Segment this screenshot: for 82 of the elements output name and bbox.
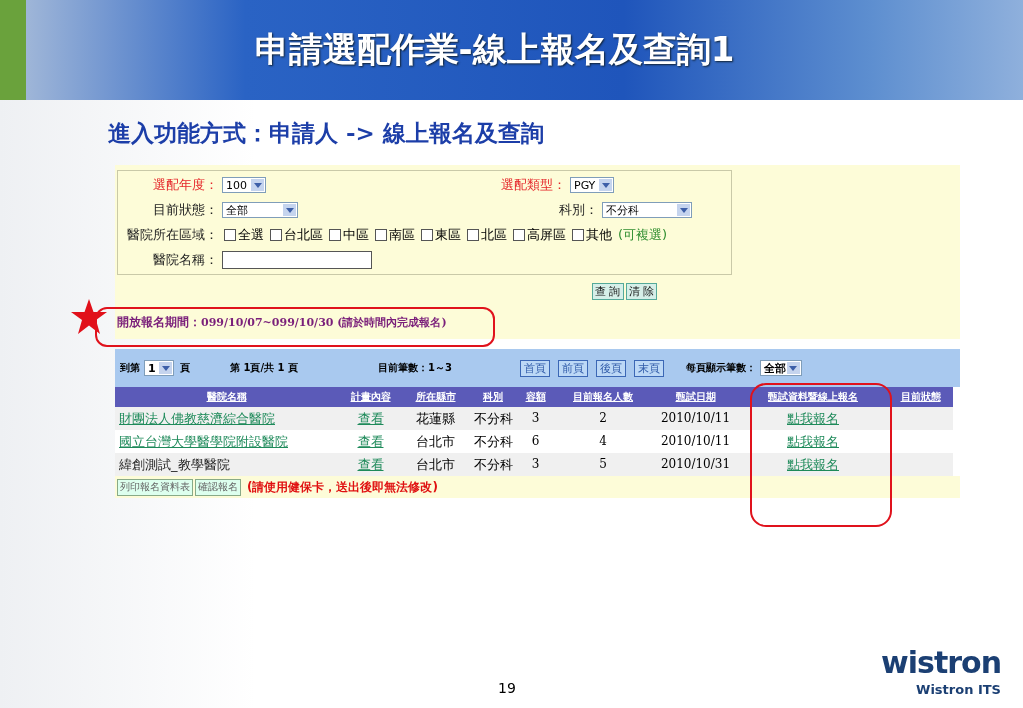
- table-cell-text: 不分科: [472, 410, 514, 428]
- pager-button[interactable]: 後頁: [595, 359, 626, 377]
- footer-button[interactable]: 列印報名資料表: [117, 478, 193, 496]
- region-checkbox[interactable]: 台北區: [270, 226, 323, 244]
- view-link[interactable]: 查看: [357, 457, 384, 472]
- record-count: 目前筆數：1～3: [378, 361, 452, 375]
- pager-text: 頁: [180, 361, 190, 375]
- warning-text: (請使用健保卡，送出後即無法修改): [247, 478, 438, 496]
- select-field[interactable]: PGY: [570, 177, 614, 193]
- apply-link[interactable]: 點我報名: [787, 411, 839, 426]
- region-checkbox[interactable]: 高屏區: [513, 226, 566, 244]
- region-checkbox[interactable]: 北區: [467, 226, 507, 244]
- company-logo: wistron: [881, 645, 1001, 680]
- select-field[interactable]: 全部: [222, 202, 298, 218]
- pager-button[interactable]: 首頁: [519, 359, 550, 377]
- column-header[interactable]: 醫院名稱: [115, 387, 338, 407]
- apply-link[interactable]: 點我報名: [787, 434, 839, 449]
- period-text: 開放報名期間：099/10/07~099/10/30 (請於時間內完成報名): [117, 314, 448, 331]
- table-cell-text: 5: [598, 456, 608, 473]
- logo-caption: Wistron ITS: [916, 682, 1001, 697]
- table-cell-text: 4: [598, 433, 608, 450]
- pager-text: 到第: [120, 361, 140, 375]
- select-field[interactable]: 100: [222, 177, 266, 193]
- hospital-link[interactable]: 財團法人佛教慈濟綜合醫院: [119, 411, 275, 426]
- field-label: 科別：: [558, 201, 598, 219]
- table-cell-text: 3: [530, 410, 541, 427]
- table-cell-text: 台北市: [415, 433, 456, 451]
- region-checkbox[interactable]: 南區: [375, 226, 415, 244]
- column-header[interactable]: 所在縣市: [403, 387, 468, 407]
- form-button[interactable]: 清 除: [625, 283, 657, 300]
- form-button[interactable]: 查 詢: [592, 283, 624, 300]
- table-cell-text: 3: [530, 456, 541, 473]
- column-header[interactable]: 科別: [468, 387, 518, 407]
- table-cell-text: 2010/10/11: [659, 433, 732, 450]
- field-label: 醫院所在區域：: [126, 226, 218, 244]
- table-cell-text: 2010/10/11: [659, 410, 732, 427]
- table-cell-text: 2: [598, 410, 608, 427]
- caret-icon: [786, 362, 800, 374]
- region-checkbox[interactable]: 東區: [421, 226, 461, 244]
- region-checkbox[interactable]: 中區: [329, 226, 369, 244]
- column-header[interactable]: 目前報名人數: [553, 387, 653, 407]
- table-cell-text: 台北市: [415, 456, 456, 474]
- column-header[interactable]: 甄試資料暨線上報名: [738, 387, 888, 407]
- page-info: 第 1頁/共 1 頁: [230, 361, 298, 375]
- select-field[interactable]: 1: [144, 360, 174, 376]
- view-link[interactable]: 查看: [357, 434, 384, 449]
- pager-button[interactable]: 末頁: [633, 359, 664, 377]
- caret-icon: [251, 179, 264, 191]
- slide-title: 申請選配作業-線上報名及查詢1: [254, 28, 735, 71]
- hint-text: (可複選): [618, 226, 668, 244]
- table-cell-text: 不分科: [472, 433, 514, 451]
- caret-icon: [677, 204, 690, 216]
- column-header[interactable]: 目前狀態: [888, 387, 953, 407]
- page-number: 19: [498, 680, 516, 696]
- input-field[interactable]: [222, 251, 372, 269]
- select-field[interactable]: 全部: [759, 360, 802, 376]
- view-link[interactable]: 查看: [357, 411, 384, 426]
- column-header[interactable]: 甄試日期: [653, 387, 738, 407]
- field-label: 醫院名稱：: [152, 251, 218, 269]
- table-cell-text: 2010/10/31: [659, 456, 732, 473]
- region-checkbox[interactable]: 全選: [224, 226, 264, 244]
- region-checkbox[interactable]: 其他: [572, 226, 612, 244]
- column-header[interactable]: 計畫內容: [338, 387, 403, 407]
- table-cell-text: 花蓮縣: [415, 410, 456, 428]
- footer-button[interactable]: 確認報名: [195, 478, 241, 496]
- slide-subtitle: 進入功能方式：申請人 -> 線上報名及查詢: [108, 118, 545, 148]
- star-icon: [70, 298, 108, 336]
- field-label: 選配年度：: [152, 176, 218, 194]
- caret-icon: [283, 204, 296, 216]
- field-label: 選配類型：: [500, 176, 566, 194]
- caret-icon: [159, 362, 172, 374]
- table-cell-text: 不分科: [472, 456, 514, 474]
- caret-icon: [599, 179, 612, 191]
- apply-link[interactable]: 點我報名: [787, 457, 839, 472]
- pager-text: 每頁顯示筆數：: [685, 361, 756, 375]
- field-label: 目前狀態：: [152, 201, 218, 219]
- hospital-name: 緯創測試_教學醫院: [119, 457, 230, 472]
- select-field[interactable]: 不分科: [602, 202, 692, 218]
- hospital-link[interactable]: 國立台灣大學醫學院附設醫院: [119, 434, 288, 449]
- column-header[interactable]: 容額: [518, 387, 553, 407]
- table-cell-text: 6: [530, 433, 541, 450]
- pager-button[interactable]: 前頁: [557, 359, 588, 377]
